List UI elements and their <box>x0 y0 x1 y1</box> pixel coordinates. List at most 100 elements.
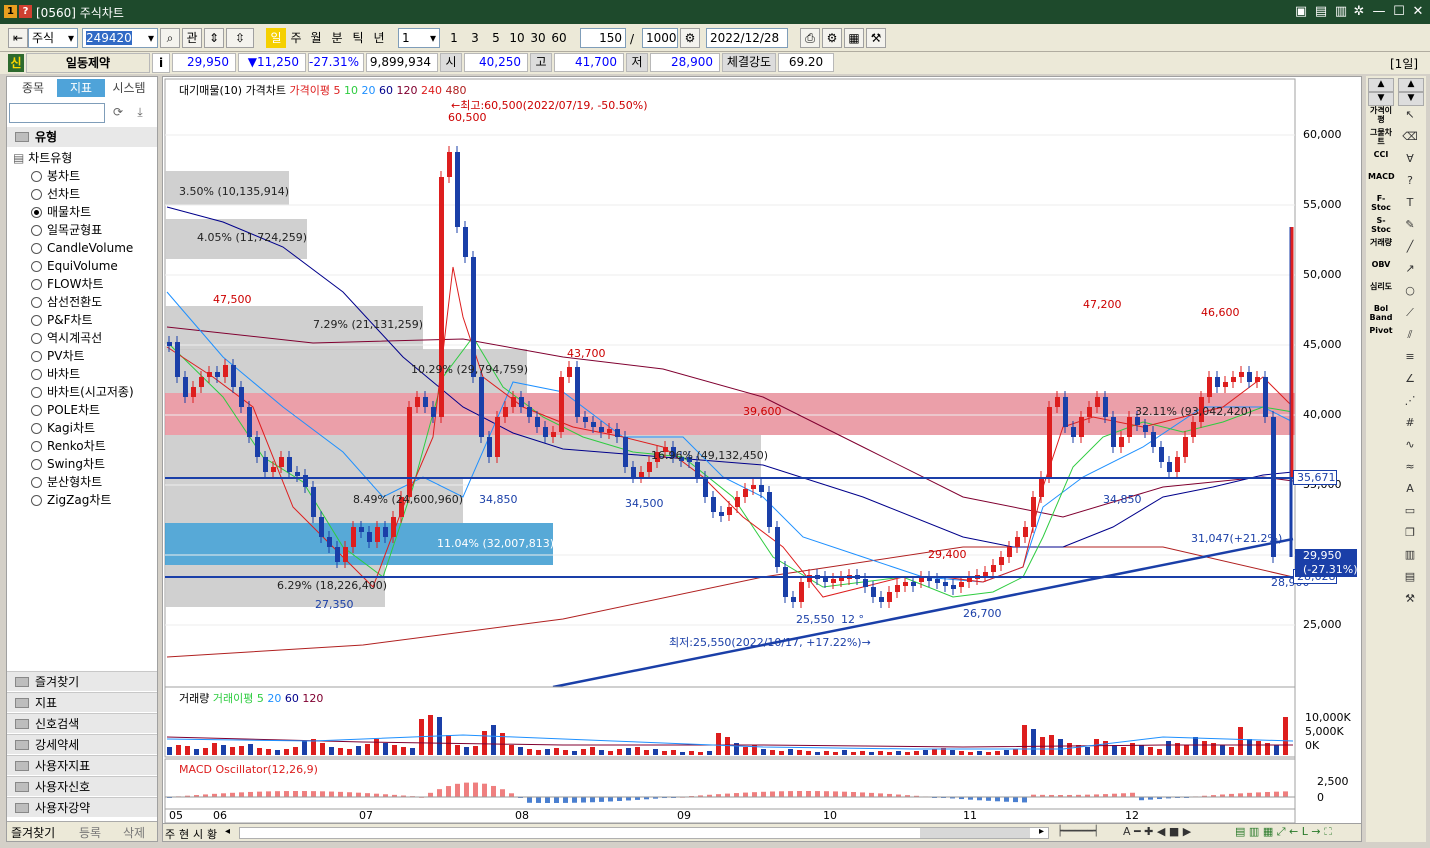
chart-type-item[interactable]: Kagi차트 <box>27 419 155 437</box>
indicator-scroll-down[interactable]: ▼ <box>1368 92 1394 106</box>
tree-root[interactable]: ▤ 차트유형 <box>13 149 72 166</box>
first-icon[interactable]: ◀ <box>1157 825 1165 838</box>
group-item[interactable]: 사용자신호 <box>7 776 157 796</box>
market-select[interactable]: 주식 ▾ <box>28 28 78 48</box>
chart-type-item[interactable]: 분산형차트 <box>27 473 155 491</box>
indicator-shortcut[interactable]: OBV <box>1368 260 1394 269</box>
group-item[interactable]: 즐겨찾기 <box>7 671 157 691</box>
indicator-shortcut[interactable]: MACD <box>1368 172 1395 181</box>
pencil-icon[interactable]: ✎ <box>1400 218 1420 236</box>
indicator-scroll-up[interactable]: ▲ <box>1368 78 1394 92</box>
scroll-left-icon[interactable]: ◂ <box>225 826 235 837</box>
save-icon[interactable]: ▦ <box>844 28 864 48</box>
chart-type-item[interactable]: POLE차트 <box>27 401 155 419</box>
radio-icon[interactable] <box>31 495 42 506</box>
chart-type-item[interactable]: Renko차트 <box>27 437 155 455</box>
quick-5[interactable]: 5 <box>486 28 506 48</box>
chart-type-item[interactable]: EquiVolume <box>27 257 155 275</box>
refresh-icon[interactable]: ⟳ <box>109 105 127 121</box>
radio-icon[interactable] <box>31 261 42 272</box>
up-down-icon[interactable]: ⇕ <box>204 28 224 48</box>
quick-3[interactable]: 3 <box>465 28 485 48</box>
tab-si[interactable]: 시 <box>193 826 203 842</box>
line-icon[interactable]: ╱ <box>1400 240 1420 258</box>
chart-type-item[interactable]: CandleVolume <box>27 239 155 257</box>
grid-tool-icon[interactable]: # <box>1400 416 1420 434</box>
copy-window-icon[interactable]: ▤ <box>1312 3 1330 21</box>
download-icon[interactable]: ⤓ <box>131 105 149 121</box>
chart-type-item[interactable]: ZigZag차트 <box>27 491 155 509</box>
indicator-shortcut[interactable]: F-Stoc <box>1368 194 1394 212</box>
info-button[interactable]: i <box>152 53 170 73</box>
group-item[interactable]: 신호검색 <box>7 713 157 733</box>
forward-icon[interactable]: → <box>1311 825 1320 838</box>
tab-ju[interactable]: 주 <box>165 826 175 842</box>
expand-icon[interactable]: ⤢ <box>1277 825 1286 838</box>
delete-button[interactable]: 삭제 <box>123 824 145 841</box>
quick-60[interactable]: 60 <box>549 28 569 48</box>
wrench-icon[interactable]: ⚒ <box>1400 592 1420 610</box>
config-icon[interactable]: ⚙ <box>680 28 700 48</box>
scroll-right-icon[interactable]: ▸ <box>1039 826 1049 837</box>
cycle-icon[interactable]: ∿ <box>1400 438 1420 456</box>
group-item[interactable]: 강세약세 <box>7 734 157 754</box>
spin-icon[interactable]: ⇳ <box>226 28 254 48</box>
maximize-icon[interactable]: ☐ <box>1390 3 1408 21</box>
group-item[interactable]: 사용자지표 <box>7 755 157 775</box>
back-icon[interactable]: ← <box>1289 825 1298 838</box>
type-section[interactable]: 유형 <box>7 127 157 147</box>
copy-tool-icon[interactable]: ❐ <box>1400 526 1420 544</box>
unit-select[interactable]: 1 ▾ <box>398 28 440 48</box>
radio-icon[interactable] <box>31 405 42 416</box>
radio-icon[interactable] <box>31 189 42 200</box>
chart-type-item[interactable]: FLOW차트 <box>27 275 155 293</box>
radio-icon[interactable] <box>31 387 42 398</box>
gwan-button[interactable]: 관 <box>182 28 202 48</box>
chart-type-item[interactable]: 바차트 <box>27 365 155 383</box>
period-minute[interactable]: 분 <box>327 28 347 48</box>
excel-icon[interactable]: ▤ <box>1235 825 1245 838</box>
play-icon[interactable]: ▶ <box>1183 825 1191 838</box>
scroll-thumb[interactable] <box>920 828 1030 838</box>
quick-30[interactable]: 30 <box>528 28 548 48</box>
search-icon[interactable]: ⌕ <box>160 28 180 48</box>
chart-type-item[interactable]: P&F차트 <box>27 311 155 329</box>
chart-type-item[interactable]: 선차트 <box>27 185 155 203</box>
period-tick[interactable]: 틱 <box>348 28 368 48</box>
date-input[interactable]: 2022/12/28▾ <box>706 28 788 63</box>
channel-icon[interactable]: ⫽ <box>1400 328 1420 346</box>
chart-type-item[interactable]: 역시계곡선 <box>27 329 155 347</box>
screen-link-icon[interactable]: ▣ <box>1292 3 1310 21</box>
radio-icon[interactable] <box>31 423 42 434</box>
save-tool-icon[interactable]: ▤ <box>1400 570 1420 588</box>
max-input[interactable]: 1000 <box>642 28 678 48</box>
angle-icon[interactable]: ∠ <box>1400 372 1420 390</box>
window-icon[interactable]: ▭ <box>1400 504 1420 522</box>
quick-1[interactable]: 1 <box>444 28 464 48</box>
tab-stock[interactable]: 종목 <box>9 79 57 97</box>
indicator-shortcut[interactable]: Bol Band <box>1368 304 1394 322</box>
cursor-icon[interactable]: ↖ <box>1400 108 1420 126</box>
group-item[interactable]: 지표 <box>7 692 157 712</box>
split-icon[interactable]: ▥ <box>1249 825 1259 838</box>
eraser-icon[interactable]: ⌫ <box>1400 130 1420 148</box>
bar-tool-icon[interactable]: ▥ <box>1400 548 1420 566</box>
tab-favorites[interactable]: 즐겨찾기 <box>11 824 55 841</box>
all-icon[interactable]: ∀ <box>1400 152 1420 170</box>
chart-type-item[interactable]: 매물차트 <box>27 203 155 221</box>
auto-icon[interactable]: A <box>1400 482 1420 500</box>
fullscreen-icon[interactable]: ⛶ <box>1324 825 1332 838</box>
fib-icon[interactable]: ≡ <box>1400 350 1420 368</box>
wave-icon[interactable]: ≈ <box>1400 460 1420 478</box>
save-screen-icon[interactable]: ▥ <box>1332 3 1350 21</box>
tab-hyeon[interactable]: 현 <box>179 826 189 842</box>
tab-indicator[interactable]: 지표 <box>57 79 105 97</box>
options-icon[interactable]: ⚙ <box>822 28 842 48</box>
stop-icon[interactable]: ■ <box>1169 825 1179 838</box>
grid-icon[interactable]: ▦ <box>1263 825 1273 838</box>
tool-scroll-down[interactable]: ▼ <box>1398 92 1424 106</box>
tab-system[interactable]: 시스템 <box>105 79 153 97</box>
radio-icon[interactable] <box>31 225 42 236</box>
history-back-icon[interactable]: ⇤ <box>8 28 28 48</box>
trend-icon[interactable]: ⟋ <box>1400 306 1420 324</box>
